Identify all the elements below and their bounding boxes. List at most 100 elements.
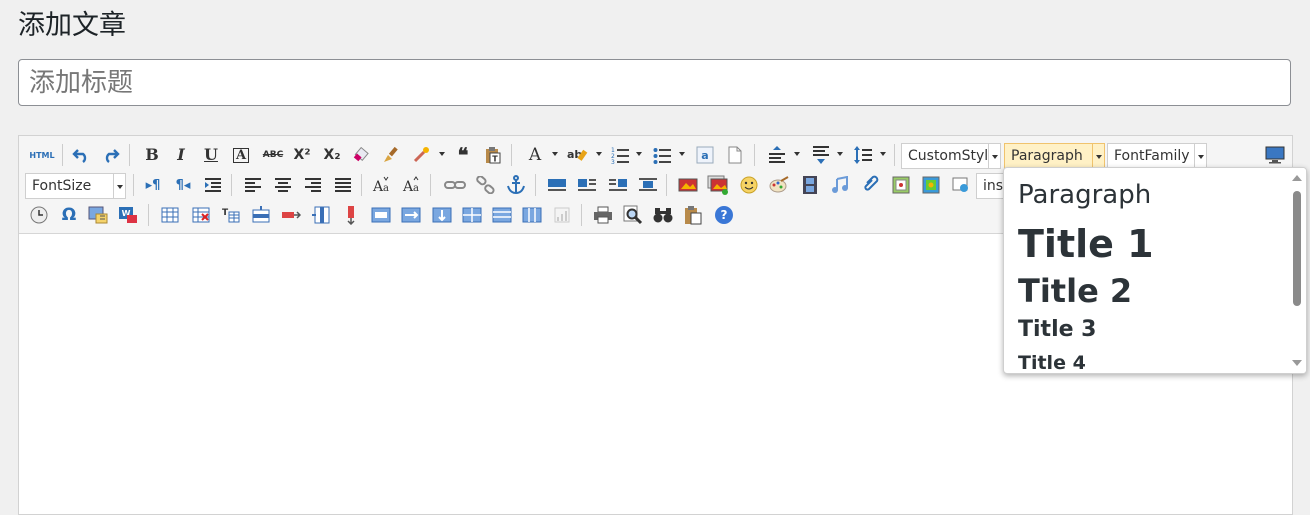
uppercase-button[interactable]: Aa [370,173,394,197]
split-to-rows-button[interactable] [490,203,514,227]
unordered-list-button[interactable] [651,143,675,167]
scroll-down-arrow-icon[interactable] [1292,360,1302,366]
line-height-button[interactable] [851,143,875,167]
chevron-down-icon[interactable] [679,152,685,156]
dropdown-item-title-1[interactable]: Title 1 [1018,222,1154,266]
word-image-button[interactable]: W [116,203,140,227]
merge-down-button[interactable] [430,203,454,227]
chevron-down-icon[interactable] [988,144,1000,168]
delete-row-button[interactable] [279,203,303,227]
image-right-button[interactable] [606,173,630,197]
insert-row-button[interactable] [249,203,273,227]
paste-plain-button[interactable]: T [481,143,505,167]
underline-button[interactable]: U [199,143,223,167]
superscript-button[interactable]: X² [290,143,314,167]
insert-frame-button[interactable] [949,173,973,197]
paragraph-spacing-top-button[interactable] [765,143,789,167]
print-button[interactable] [591,203,615,227]
chevron-down-icon[interactable] [552,152,558,156]
fullscreen-button[interactable] [1263,143,1287,167]
post-title-input[interactable] [18,59,1291,106]
strikethrough-button[interactable]: ABC [259,143,287,167]
font-family-select[interactable]: FontFamily [1107,143,1207,169]
undo-button[interactable] [69,143,93,167]
google-map-button[interactable] [919,173,943,197]
subscript-button[interactable]: X₂ [320,143,344,167]
merge-cells-button[interactable] [369,203,393,227]
remove-format-button[interactable] [349,143,373,167]
lowercase-button[interactable]: Aa [400,173,424,197]
delete-table-button[interactable] [189,203,213,227]
delete-col-button[interactable] [339,203,363,227]
direction-rtl-button[interactable]: ¶◂ [171,173,195,197]
scroll-up-arrow-icon[interactable] [1292,175,1302,181]
insert-image-button[interactable] [706,173,730,197]
chevron-down-icon[interactable] [837,152,843,156]
map-button[interactable] [889,173,913,197]
simple-upload-button[interactable] [676,173,700,197]
chevron-down-icon[interactable] [880,152,886,156]
font-color-button[interactable]: A [523,143,547,167]
image-none-button[interactable] [545,173,569,197]
chevron-down-icon[interactable] [439,152,445,156]
chevron-down-icon[interactable] [1194,144,1206,168]
chart-button[interactable] [550,203,574,227]
ordered-list-button[interactable]: 123 [609,143,633,167]
merge-right-button[interactable] [399,203,423,227]
paragraph-spacing-bottom-button[interactable] [809,143,833,167]
chevron-down-icon[interactable] [1092,144,1104,168]
unlink-button[interactable] [474,173,498,197]
insert-time-button[interactable] [27,203,51,227]
chevron-down-icon[interactable] [596,152,602,156]
attachment-button[interactable] [859,173,883,197]
insert-template-button[interactable] [86,203,110,227]
spell-check-button[interactable]: a [693,143,717,167]
format-painter-button[interactable] [379,143,403,167]
chevron-down-icon[interactable] [113,174,125,198]
paragraph-format-select[interactable]: Paragraph [1004,143,1105,169]
anchor-button[interactable] [504,173,528,197]
blockquote-button[interactable]: ❝ [451,143,475,167]
direction-ltr-button[interactable]: ▸¶ [141,173,165,197]
insert-video-button[interactable] [798,173,822,197]
help-button[interactable]: ? [712,203,736,227]
font-border-button[interactable]: A [229,143,253,167]
chevron-down-icon[interactable] [636,152,642,156]
align-right-button[interactable] [301,173,325,197]
emotion-button[interactable] [737,173,761,197]
font-size-select[interactable]: FontSize [25,173,126,199]
music-button[interactable] [828,173,852,197]
drafts-button[interactable] [681,203,705,227]
auto-format-button[interactable] [409,143,433,167]
scrollbar-thumb[interactable] [1293,191,1301,306]
align-center-button[interactable] [271,173,295,197]
dropdown-item-paragraph[interactable]: Paragraph [1018,180,1151,210]
new-document-button[interactable] [723,143,747,167]
background-color-button[interactable]: ab [566,143,590,167]
dropdown-item-title-3[interactable]: Title 3 [1018,317,1097,342]
align-justify-button[interactable] [331,173,355,197]
split-to-cols-button[interactable] [520,203,544,227]
dropdown-item-title-4[interactable]: Title 4 [1018,352,1086,373]
dropdown-scrollbar[interactable] [1290,168,1306,373]
custom-style-select[interactable]: CustomStyl [901,143,1001,169]
search-replace-button[interactable] [651,203,675,227]
special-chars-button[interactable]: Ω [57,203,81,227]
scrawl-button[interactable] [767,173,791,197]
dropdown-item-title-2[interactable]: Title 2 [1018,272,1132,310]
split-to-cells-button[interactable] [460,203,484,227]
insert-caption-button[interactable]: T [219,203,243,227]
preview-button[interactable] [621,203,645,227]
image-left-button[interactable] [575,173,599,197]
chevron-down-icon[interactable] [794,152,800,156]
bold-button[interactable]: B [140,143,164,167]
insert-col-button[interactable] [309,203,333,227]
image-center-button[interactable] [636,173,660,197]
redo-button[interactable] [99,143,123,167]
align-left-button[interactable] [241,173,265,197]
insert-table-button[interactable] [158,203,182,227]
italic-button[interactable]: I [169,143,193,167]
indent-button[interactable] [201,173,225,197]
html-source-button[interactable]: HTML [27,143,57,167]
insert-link-button[interactable] [443,173,467,197]
